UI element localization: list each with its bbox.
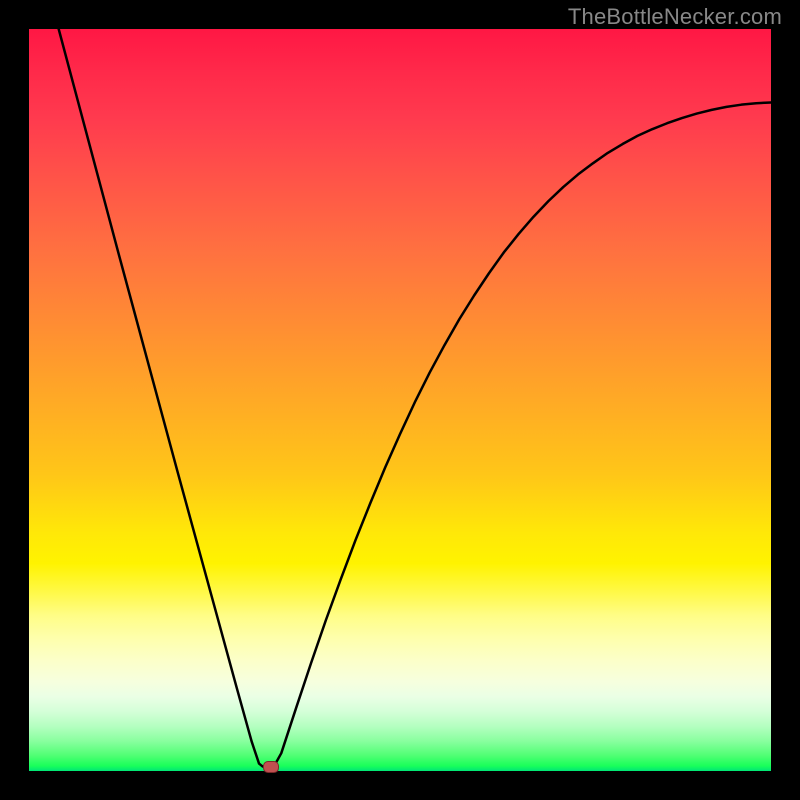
bottleneck-curve	[29, 29, 771, 771]
watermark-label: TheBottleNecker.com	[568, 4, 782, 30]
min-marker	[263, 761, 279, 773]
chart-stage: TheBottleNecker.com	[0, 0, 800, 800]
plot-area	[29, 29, 771, 771]
